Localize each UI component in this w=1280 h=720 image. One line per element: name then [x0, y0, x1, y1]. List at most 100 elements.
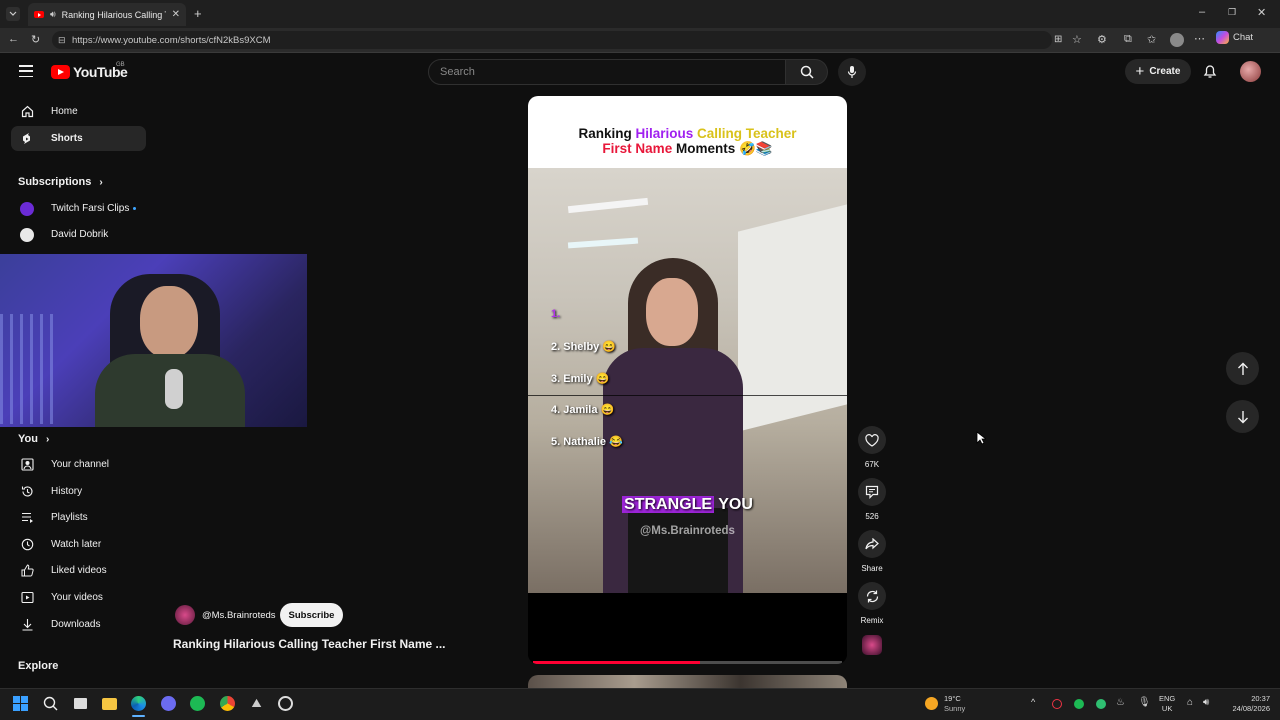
channel-handle[interactable]: @Ms.Brainroteds	[202, 610, 276, 621]
sidebar-item-history[interactable]: History	[11, 479, 146, 504]
speaker-icon[interactable]: 🔊︎	[50, 9, 56, 20]
account-avatar[interactable]	[1240, 61, 1261, 82]
comments-button[interactable]	[858, 478, 886, 506]
tray-microphone-icon[interactable]: 🎙︎	[1138, 697, 1151, 708]
language-indicator[interactable]: ENG UK	[1159, 694, 1175, 714]
voice-search-button[interactable]	[838, 58, 866, 86]
taskbar-search-icon[interactable]	[42, 695, 59, 712]
back-button[interactable]: ←	[8, 33, 19, 45]
remix-button[interactable]	[858, 582, 886, 610]
ranking-item: 4. Jamila 😄	[551, 404, 615, 416]
sidebar-item-david-dobrik[interactable]: David Dobrik	[11, 222, 146, 247]
sidebar-item-liked-videos[interactable]: Liked videos	[11, 558, 146, 583]
volume-icon[interactable]: 🔊︎	[1203, 697, 1209, 708]
task-view-icon[interactable]	[72, 695, 89, 712]
share-label: Share	[861, 564, 883, 573]
tab-list-button[interactable]	[6, 7, 20, 21]
sidebar-item-watch-later[interactable]: Watch later	[11, 532, 146, 557]
arrow-up-icon	[1237, 362, 1248, 375]
channel-avatar[interactable]	[175, 605, 195, 625]
channel-avatar-icon	[20, 201, 34, 216]
video-watermark: @Ms.Brainroteds	[640, 525, 735, 537]
minimize-button[interactable]: –	[1199, 6, 1205, 18]
tab-title: Ranking Hilarious Calling Teac	[61, 9, 166, 20]
profile-avatar-icon[interactable]	[1170, 33, 1184, 47]
notifications-button[interactable]	[1203, 63, 1217, 84]
tray-app-icon[interactable]	[1096, 699, 1106, 709]
search-button[interactable]	[786, 59, 828, 85]
you-heading[interactable]: You ›	[18, 433, 49, 445]
site-info-icon[interactable]: ⊟	[58, 35, 66, 46]
show-hidden-icons[interactable]: ^	[1031, 697, 1035, 707]
subscribe-button[interactable]: Subscribe	[280, 603, 343, 627]
windows-start-icon[interactable]	[12, 695, 29, 712]
plus-icon: +	[1135, 63, 1145, 80]
sound-avatar[interactable]	[862, 635, 882, 655]
ranking-item: 2. Shelby 😄	[551, 341, 617, 353]
webcam-overlay	[0, 254, 307, 427]
thumbs-up-icon	[20, 564, 34, 578]
sidebar-item-your-videos[interactable]: Your videos	[11, 585, 146, 610]
like-count: 67K	[864, 460, 880, 469]
tray-spotify-icon[interactable]	[1074, 699, 1084, 709]
tray-app-icon[interactable]	[1052, 699, 1062, 709]
progress-track[interactable]	[533, 661, 842, 664]
obs-icon[interactable]	[277, 695, 294, 712]
chat-label: Chat	[1233, 32, 1254, 43]
new-tab-button[interactable]: +	[194, 6, 202, 21]
remix-icon	[866, 590, 878, 602]
short-video-title[interactable]: Ranking Hilarious Calling Teacher First …	[173, 637, 446, 651]
refresh-button[interactable]: ↻	[31, 33, 40, 46]
sidebar-item-twitch-farsi-clips[interactable]: Twitch Farsi Clips	[11, 196, 146, 221]
clock[interactable]: 20:37 24/08/2026	[1222, 694, 1270, 714]
sidebar-item-your-channel[interactable]: Your channel	[11, 452, 146, 477]
explore-label: Explore	[18, 660, 59, 672]
close-window-button[interactable]: ✕	[1257, 6, 1266, 19]
chrome-icon[interactable]	[219, 695, 236, 712]
shorts-icon	[20, 132, 34, 146]
create-button[interactable]: + Create	[1125, 59, 1191, 84]
short-banner-line2: First Name Moments 🤣📚	[602, 141, 772, 157]
language-code: ENG	[1159, 694, 1176, 703]
video-ceiling-light	[567, 197, 649, 214]
messenger-icon[interactable]	[160, 695, 177, 712]
close-tab-icon[interactable]: ✕	[172, 9, 180, 20]
remix-label: Remix	[860, 616, 884, 625]
next-short-preview	[528, 675, 847, 688]
favorite-star-icon[interactable]: ☆	[1072, 33, 1082, 46]
short-video-frame[interactable]: 1. 2. Shelby 😄 3. Emily 😄 4. Jamila 😄 5.…	[528, 168, 847, 593]
restore-button[interactable]: ❐	[1228, 7, 1236, 18]
sidebar-item-playlists[interactable]: Playlists	[11, 505, 146, 530]
search-input[interactable]	[428, 59, 786, 85]
sidebar-item-shorts[interactable]: Shorts	[11, 126, 146, 151]
sidebar-item-downloads[interactable]: Downloads	[11, 612, 146, 637]
extensions-icon[interactable]: ⚙	[1097, 33, 1107, 46]
file-explorer-icon[interactable]	[101, 695, 118, 712]
sidebar-item-label: Home	[51, 106, 78, 117]
previous-short-button[interactable]	[1226, 352, 1259, 385]
share-button[interactable]	[858, 530, 886, 558]
weather-temp[interactable]: 19°C	[944, 694, 961, 703]
spotify-icon[interactable]	[189, 695, 206, 712]
next-short-button[interactable]	[1226, 400, 1259, 433]
app-available-icon[interactable]: ⊞	[1054, 34, 1062, 45]
hamburger-menu-icon[interactable]	[19, 65, 33, 77]
youtube-play-icon	[51, 65, 70, 79]
sidebar-item-home[interactable]: Home	[11, 99, 146, 124]
browser-tab[interactable]: 🔊︎ Ranking Hilarious Calling Teac ✕	[28, 3, 186, 26]
subscriptions-heading[interactable]: Subscriptions ›	[18, 176, 103, 188]
favorites-icon[interactable]: ✩	[1147, 33, 1156, 46]
like-button[interactable]	[858, 426, 886, 454]
short-player[interactable]: Ranking Hilarious Calling Teacher First …	[528, 96, 847, 664]
create-label: Create	[1149, 66, 1181, 77]
network-icon[interactable]: ⌂	[1187, 697, 1193, 708]
copilot-chat-button[interactable]: Chat	[1216, 31, 1253, 44]
url-bar[interactable]: https://www.youtube.com/shorts/cfN2kBs9X…	[52, 31, 1052, 49]
short-banner-line1: Ranking Hilarious Calling Teacher	[578, 126, 796, 141]
app-icon[interactable]: ⛰	[248, 695, 265, 712]
more-menu-icon[interactable]: ⋯	[1194, 32, 1205, 45]
ranking-item: 5. Nathalie 😂	[551, 436, 623, 448]
edge-browser-icon[interactable]	[130, 695, 147, 712]
split-screen-icon[interactable]: ⧉	[1124, 33, 1132, 46]
tray-steam-icon[interactable]: ♨	[1116, 697, 1125, 708]
